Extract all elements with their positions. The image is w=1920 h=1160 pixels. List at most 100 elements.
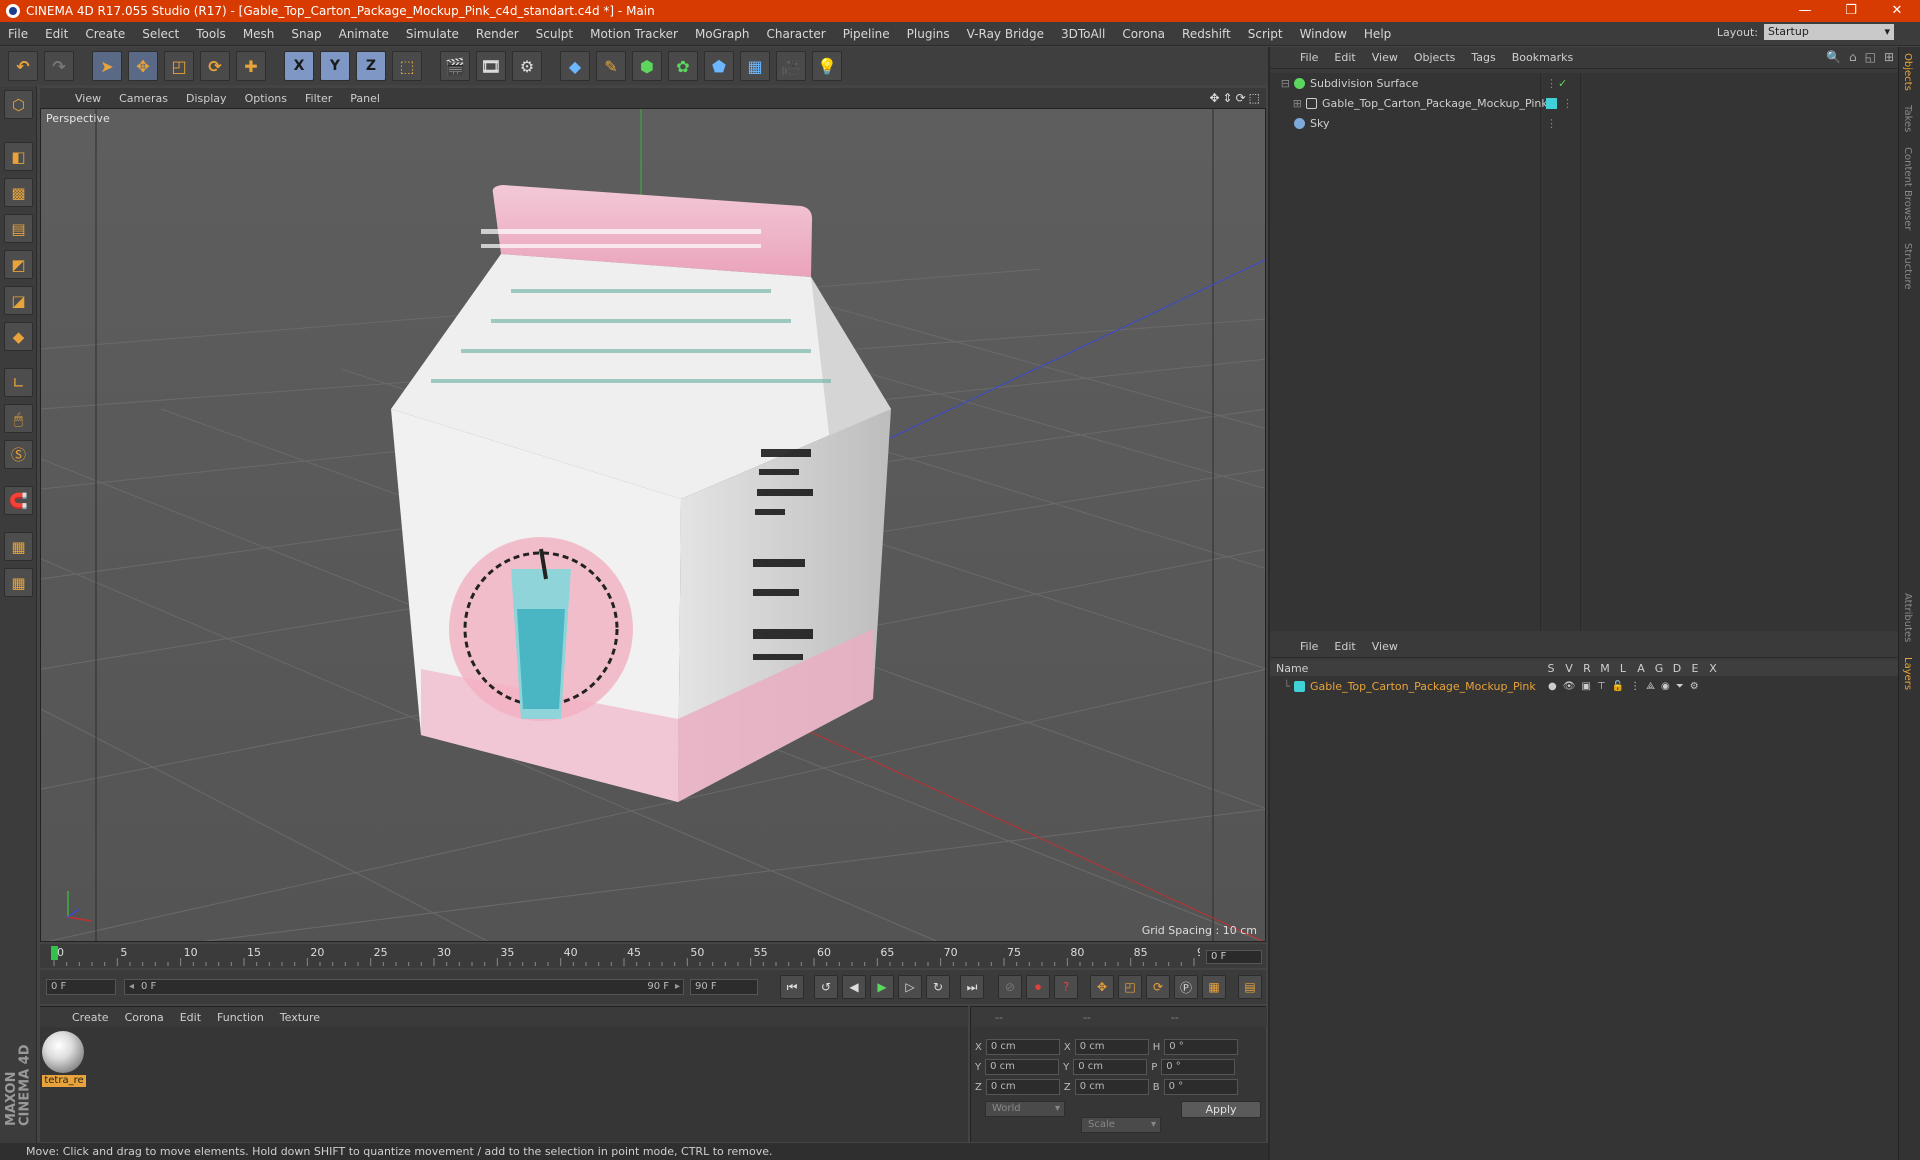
autokeying-icon[interactable]: ⏺ <box>1026 975 1050 999</box>
xref-toggle-icon[interactable]: ⚙ <box>1690 681 1699 692</box>
material-menu-create[interactable]: Create <box>64 1011 117 1024</box>
menu-pipeline[interactable]: Pipeline <box>835 27 899 41</box>
menu-animate[interactable]: Animate <box>331 27 398 41</box>
go-to-end-icon[interactable]: ⏭ <box>960 975 984 999</box>
axis-mode-icon[interactable]: ∟ <box>4 368 33 397</box>
object-row-subdivision-surface[interactable]: ⊟ Subdivision Surface ⋮ ✓ <box>1270 73 1900 93</box>
menu-file[interactable]: File <box>0 27 37 41</box>
perspective-viewport[interactable]: Perspective Grid Spacing : 10 cm <box>40 108 1266 942</box>
size-y-field[interactable]: 0 cm <box>1073 1059 1148 1075</box>
layer-color-icon[interactable] <box>1294 680 1305 692</box>
rot-p-field[interactable]: 0 ° <box>1161 1059 1236 1075</box>
obj-menu-tags[interactable]: Tags <box>1463 51 1503 64</box>
material-menu-texture[interactable]: Texture <box>272 1011 328 1024</box>
redo-icon[interactable]: ↷ <box>44 51 74 81</box>
pos-y-field[interactable]: 0 cm <box>985 1059 1060 1075</box>
key-parameter-icon[interactable]: Ⓟ <box>1174 975 1198 999</box>
solo-toggle-icon[interactable]: ● <box>1548 681 1557 692</box>
menu-help[interactable]: Help <box>1356 27 1400 41</box>
visibility-dots-icon[interactable]: ⋮ <box>1562 97 1573 110</box>
record-keys-icon[interactable]: ⊘ <box>998 975 1022 999</box>
render-view-icon[interactable]: 🎬 <box>440 51 470 81</box>
animation-toggle-icon[interactable]: ⋮ <box>1630 681 1640 692</box>
object-row-carton[interactable]: ⊞ Gable_Top_Carton_Package_Mockup_Pink ⋮ <box>1270 93 1900 113</box>
obj-menu-bookmarks[interactable]: Bookmarks <box>1504 51 1581 64</box>
obj-menu-objects[interactable]: Objects <box>1406 51 1464 64</box>
polygons-mode-icon[interactable]: ◆ <box>4 322 33 351</box>
menu-create[interactable]: Create <box>77 27 134 41</box>
menu-motion-tracker[interactable]: Motion Tracker <box>582 27 687 41</box>
nurbs-generator-icon[interactable]: ⬢ <box>632 51 662 81</box>
menu-mograph[interactable]: MoGraph <box>687 27 759 41</box>
undo-icon[interactable]: ↶ <box>8 51 38 81</box>
timeline-ruler[interactable]: 0 5 10 15 20 25 30 35 40 45 50 55 60 65 70 75 80 85 90 0 F <box>40 944 1266 968</box>
previous-keyframe-icon[interactable]: ↺ <box>814 975 838 999</box>
manager-toggle-icon[interactable]: ⊤ <box>1597 681 1606 692</box>
menu-plugins[interactable]: Plugins <box>899 27 959 41</box>
material-menu-edit[interactable]: Edit <box>172 1011 209 1024</box>
menu-script[interactable]: Script <box>1240 27 1292 41</box>
size-mode-dropdown[interactable]: Scale <box>1081 1117 1161 1133</box>
layer-menu-file[interactable]: File <box>1292 640 1326 653</box>
z-axis-lock-icon[interactable]: Z <box>356 51 386 81</box>
apply-button[interactable]: Apply <box>1181 1101 1261 1118</box>
go-to-start-icon[interactable]: ⏮ <box>780 975 804 999</box>
layer-color-icon[interactable] <box>1546 97 1557 109</box>
tab-structure[interactable]: Structure <box>1902 243 1913 290</box>
menu-character[interactable]: Character <box>758 27 834 41</box>
coordinate-mode-dropdown[interactable]: World <box>985 1101 1065 1117</box>
menu-snap[interactable]: Snap <box>283 27 330 41</box>
grid-workplane-icon[interactable]: ▦ <box>4 568 33 597</box>
layout-dropdown[interactable]: Startup <box>1764 24 1894 40</box>
tab-content-browser[interactable]: Content Browser <box>1902 147 1913 230</box>
previous-frame-icon[interactable]: ◀ <box>842 975 866 999</box>
pen-spline-icon[interactable]: ✎ <box>596 51 626 81</box>
key-rotation-icon[interactable]: ⟳ <box>1146 975 1170 999</box>
view-toggle-icon[interactable]: 👁 <box>1563 681 1576 692</box>
rot-b-field[interactable]: 0 ° <box>1163 1079 1238 1095</box>
tab-layers[interactable]: Layers <box>1902 657 1913 690</box>
pos-x-field[interactable]: 0 cm <box>985 1039 1060 1055</box>
home-icon[interactable]: ⌂ <box>1849 50 1857 64</box>
material-menu-corona[interactable]: Corona <box>117 1011 172 1024</box>
viewport-rotate-icon[interactable]: ⟳ <box>1236 91 1246 105</box>
pos-z-field[interactable]: 0 cm <box>985 1079 1060 1095</box>
size-z-field[interactable]: 0 cm <box>1074 1079 1149 1095</box>
deformer-toggle-icon[interactable]: ◉ <box>1661 681 1670 692</box>
edges-mode-icon[interactable]: ◪ <box>4 286 33 315</box>
frame-range-slider[interactable]: ◂ 0 F 90 F ▸ <box>124 979 684 995</box>
layer-menu-edit[interactable]: Edit <box>1326 640 1363 653</box>
obj-menu-view[interactable]: View <box>1364 51 1406 64</box>
key-point-level-icon[interactable]: ▦ <box>1202 975 1226 999</box>
lock-workplane-icon[interactable]: ▦ <box>4 532 33 561</box>
visibility-dots-icon[interactable]: ⋮ <box>1546 77 1557 90</box>
object-row-sky[interactable]: Sky ⋮ <box>1270 113 1900 133</box>
rotate-tool-icon[interactable]: ⟳ <box>200 51 230 81</box>
viewport-menu-cameras[interactable]: Cameras <box>110 92 177 105</box>
layer-row-carton[interactable]: └ Gable_Top_Carton_Package_Mockup_Pink ●… <box>1270 676 1900 696</box>
model-mode-icon[interactable]: ◧ <box>4 142 33 171</box>
make-editable-icon[interactable]: ⬡ <box>4 90 33 119</box>
viewport-pan-icon[interactable]: ✥ <box>1209 91 1219 105</box>
workplane-mode-icon[interactable]: ▤ <box>4 214 33 243</box>
render-toggle-icon[interactable]: ▣ <box>1581 681 1590 692</box>
menu-sculpt[interactable]: Sculpt <box>528 27 582 41</box>
magnet-icon[interactable]: 🧲 <box>4 486 33 515</box>
cube-primitive-icon[interactable]: ◆ <box>560 51 590 81</box>
viewport-menu-panel[interactable]: Panel <box>341 92 389 105</box>
move-tool-icon[interactable]: ✥ <box>128 51 158 81</box>
viewport-menu-view[interactable]: View <box>66 92 110 105</box>
scale-tool-icon[interactable]: ◰ <box>164 51 194 81</box>
menu-simulate[interactable]: Simulate <box>398 27 468 41</box>
camera-icon[interactable]: 🎥 <box>776 51 806 81</box>
obj-menu-edit[interactable]: Edit <box>1326 51 1363 64</box>
tab-attributes[interactable]: Attributes <box>1902 593 1913 642</box>
new-view-icon[interactable]: ◱ <box>1865 50 1876 64</box>
light-icon[interactable]: 💡 <box>812 51 842 81</box>
render-picture-viewer-icon[interactable]: 🎞 <box>476 51 506 81</box>
expression-toggle-icon[interactable]: ⏷ <box>1676 681 1684 692</box>
size-x-field[interactable]: 0 cm <box>1074 1039 1149 1055</box>
maximize-button[interactable]: ❐ <box>1828 0 1874 22</box>
rot-h-field[interactable]: 0 ° <box>1164 1039 1239 1055</box>
menu-tools[interactable]: Tools <box>188 27 235 41</box>
